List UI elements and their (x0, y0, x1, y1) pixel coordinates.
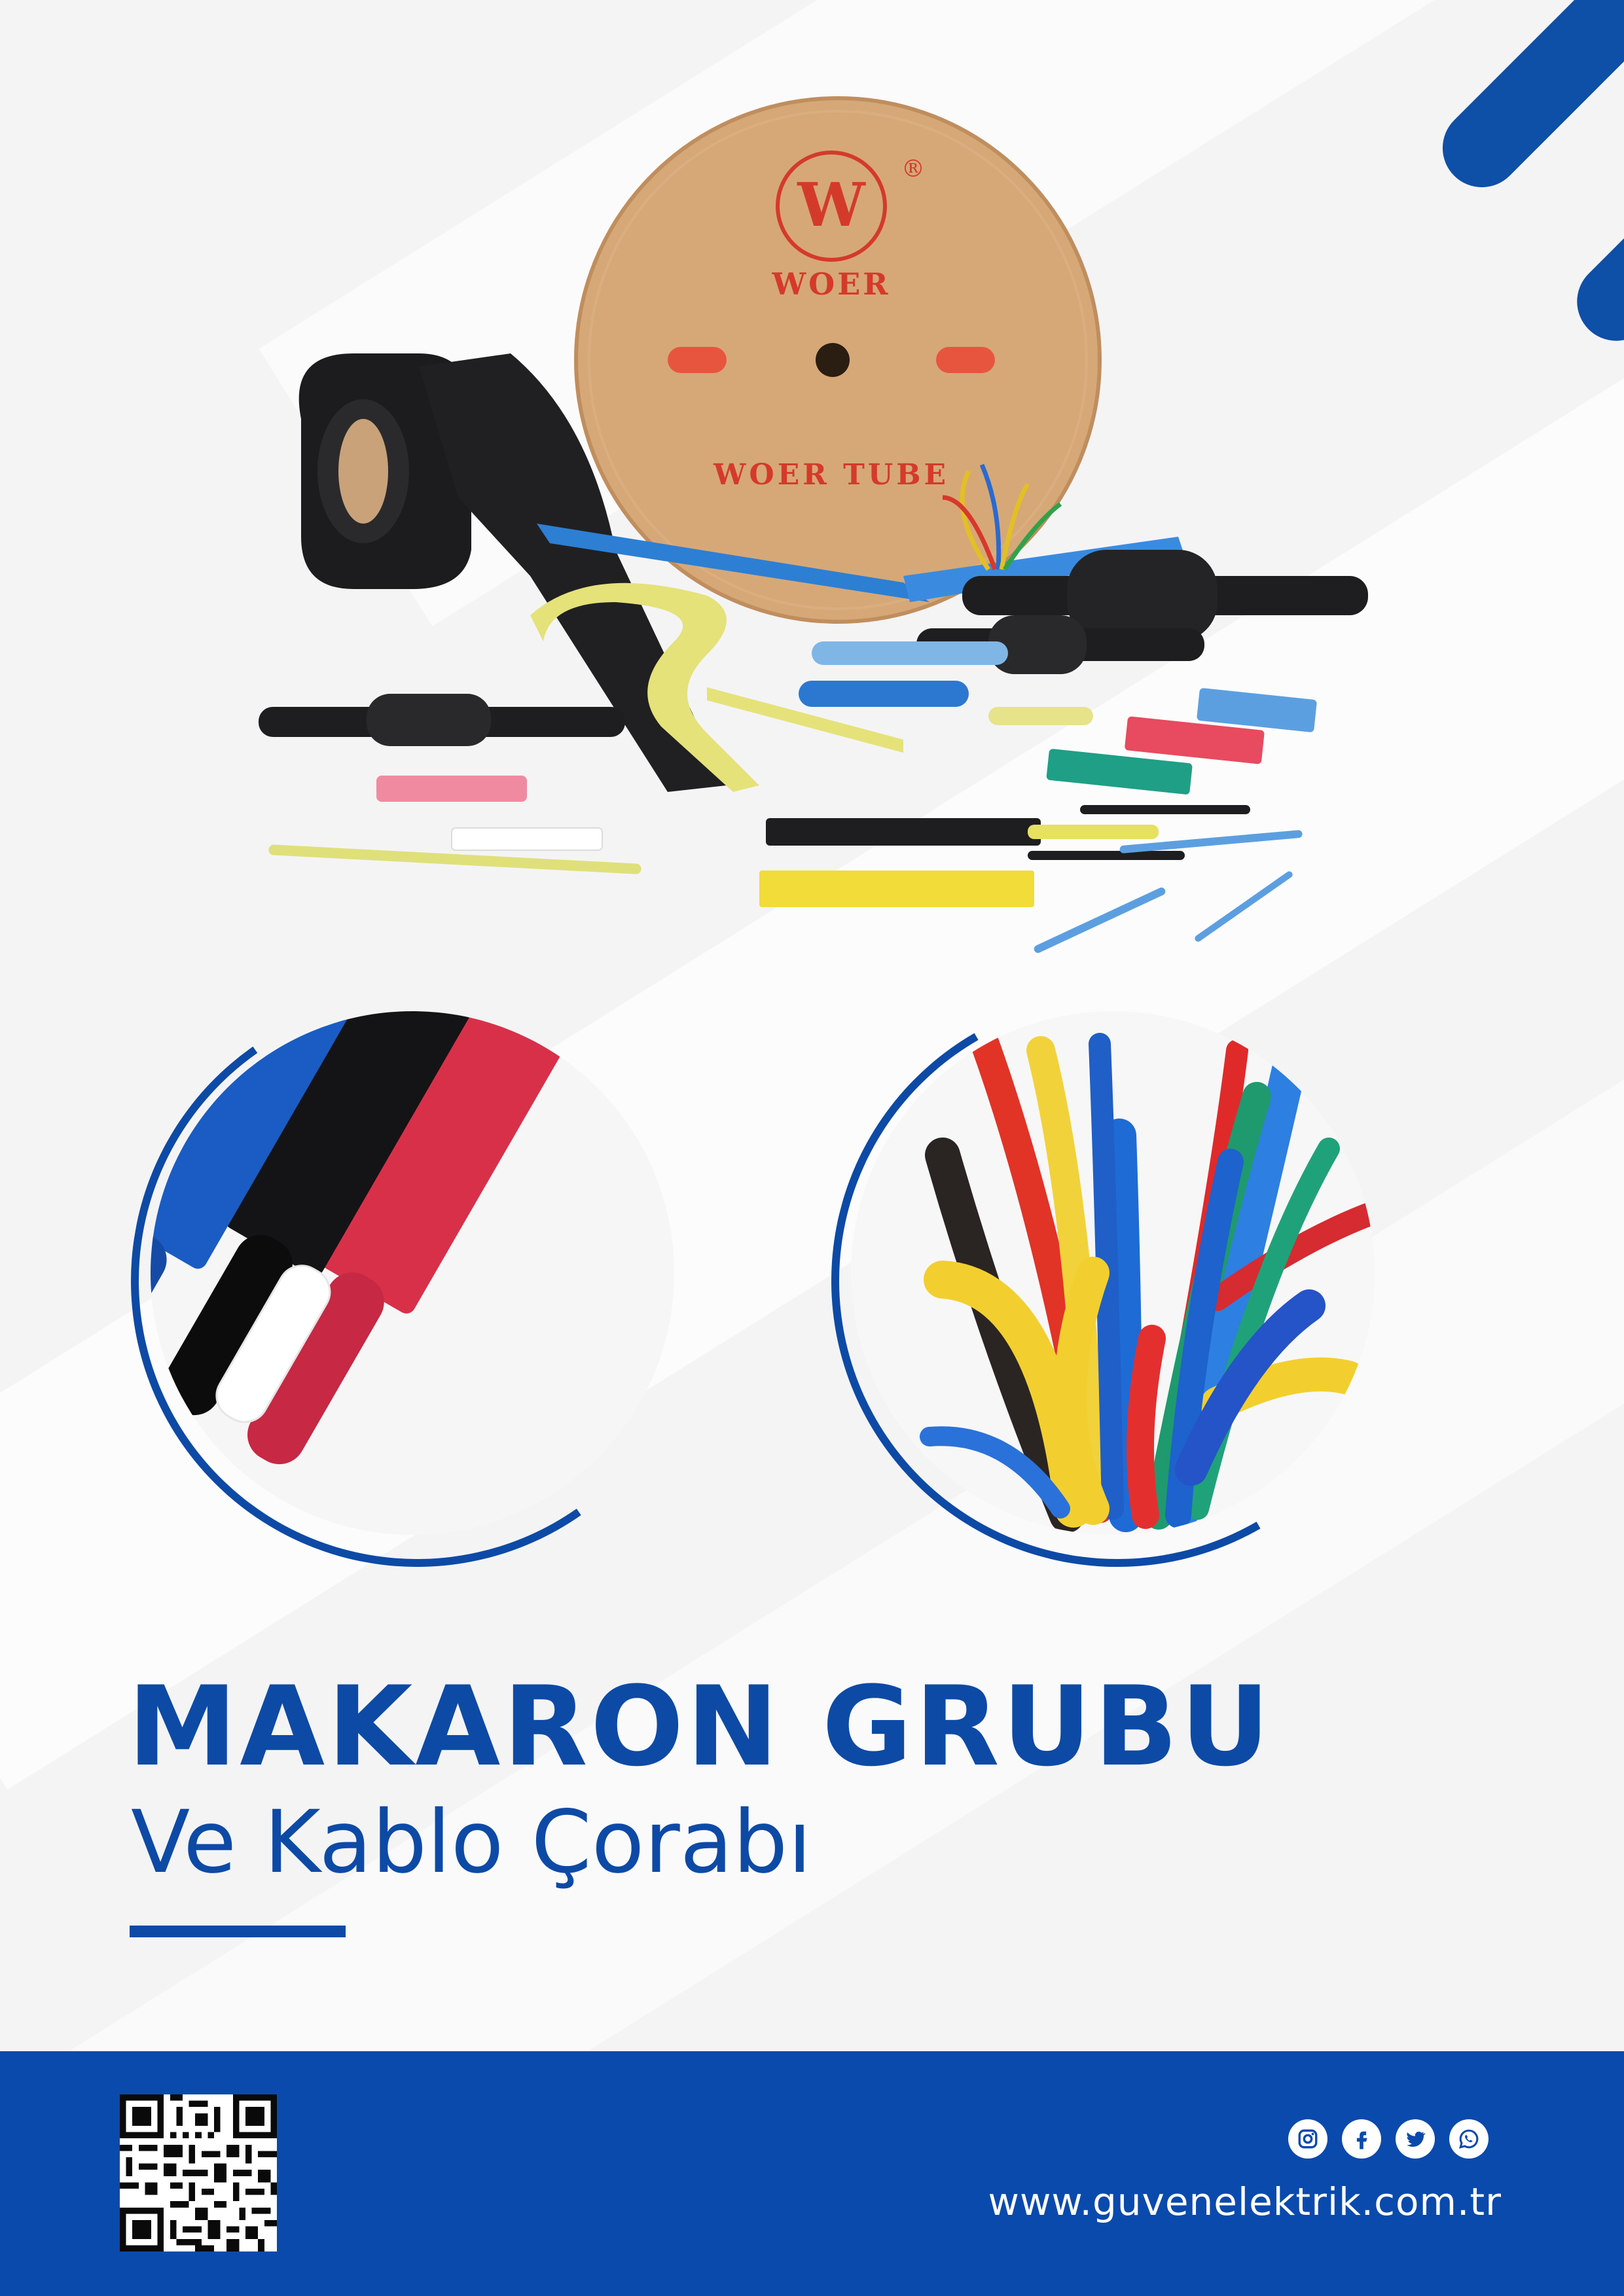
title-underline (130, 1926, 346, 1937)
spool-label: WOER TUBE (713, 458, 949, 492)
corner-decoration-bar (1426, 0, 1624, 204)
heat-shrink-tube-hero-photo: W ® WOER WOER TUBE (259, 96, 1368, 953)
whatsapp-icon[interactable] (1449, 2119, 1489, 2159)
woer-logo-mark: W (797, 170, 866, 240)
website-link[interactable]: www.guvenelektrik.com.tr (988, 2179, 1502, 2224)
left-circle-photo (151, 1011, 674, 1535)
twitter-icon[interactable] (1396, 2119, 1435, 2159)
colorful-tube-bundle-photo (851, 1011, 1375, 1535)
registered-mark: ® (901, 156, 925, 183)
facebook-icon[interactable] (1342, 2119, 1381, 2159)
stacked-heat-shrink-tubes-photo (151, 1011, 674, 1535)
corner-decoration-bar (1561, 153, 1624, 357)
page-subtitle: Ve Kablo Çorabı (131, 1792, 812, 1893)
page-title: MAKARON GRUBU (128, 1662, 1272, 1791)
brochure-page: W ® WOER WOER TUBE MAKARON GRUBU Ve Kabl… (0, 0, 1624, 2296)
clear-blue-tube (812, 641, 1008, 665)
social-icons-row (1288, 2119, 1489, 2159)
yellow-flat-tube (759, 870, 1034, 907)
pink-tube (376, 776, 527, 802)
instagram-icon[interactable] (1288, 2119, 1327, 2159)
right-circle-photo (851, 1011, 1375, 1535)
qr-code[interactable] (120, 2094, 277, 2251)
woer-logo-text: WOER (771, 266, 890, 302)
